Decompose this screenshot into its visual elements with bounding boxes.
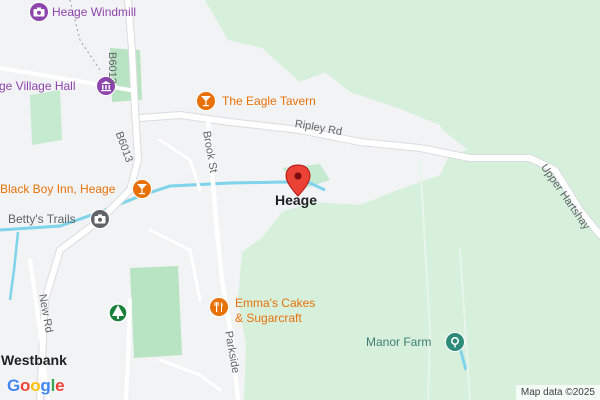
cocktail-icon[interactable] bbox=[196, 91, 216, 111]
poi-black-boy-inn[interactable]: Black Boy Inn, Heage bbox=[0, 182, 115, 196]
park-area-centre bbox=[130, 266, 182, 358]
park-icon[interactable] bbox=[445, 332, 465, 352]
poi-eagle-tavern[interactable]: The Eagle Tavern bbox=[222, 94, 316, 108]
camera-icon[interactable] bbox=[29, 2, 49, 22]
map-canvas[interactable]: Heage Windmill ge Village Hall The Eagle… bbox=[0, 0, 600, 400]
tree-icon-shape bbox=[108, 303, 128, 323]
poi-emmas-cakes-line2[interactable]: & Sugarcraft bbox=[235, 311, 302, 325]
place-label-westbank: Westbank bbox=[1, 352, 67, 368]
park-area-west bbox=[30, 90, 62, 145]
poi-bettys-trails[interactable]: Betty's Trails bbox=[8, 212, 76, 226]
cocktail-icon-black-boy[interactable] bbox=[132, 179, 152, 199]
poi-manor-farm[interactable]: Manor Farm bbox=[366, 335, 431, 349]
camera-icon-bettys[interactable] bbox=[90, 209, 110, 229]
place-label-heage: Heage bbox=[275, 192, 318, 208]
poi-village-hall[interactable]: ge Village Hall bbox=[0, 79, 76, 93]
poi-heage-windmill[interactable]: Heage Windmill bbox=[52, 5, 136, 19]
road-label-b6013-north: B6013 bbox=[106, 52, 118, 84]
map-attribution[interactable]: Map data ©2025 bbox=[515, 385, 600, 400]
fork-knife-icon[interactable] bbox=[209, 297, 229, 317]
poi-emmas-cakes-line1[interactable]: Emma's Cakes bbox=[235, 296, 315, 310]
google-logo: Google bbox=[7, 376, 65, 395]
